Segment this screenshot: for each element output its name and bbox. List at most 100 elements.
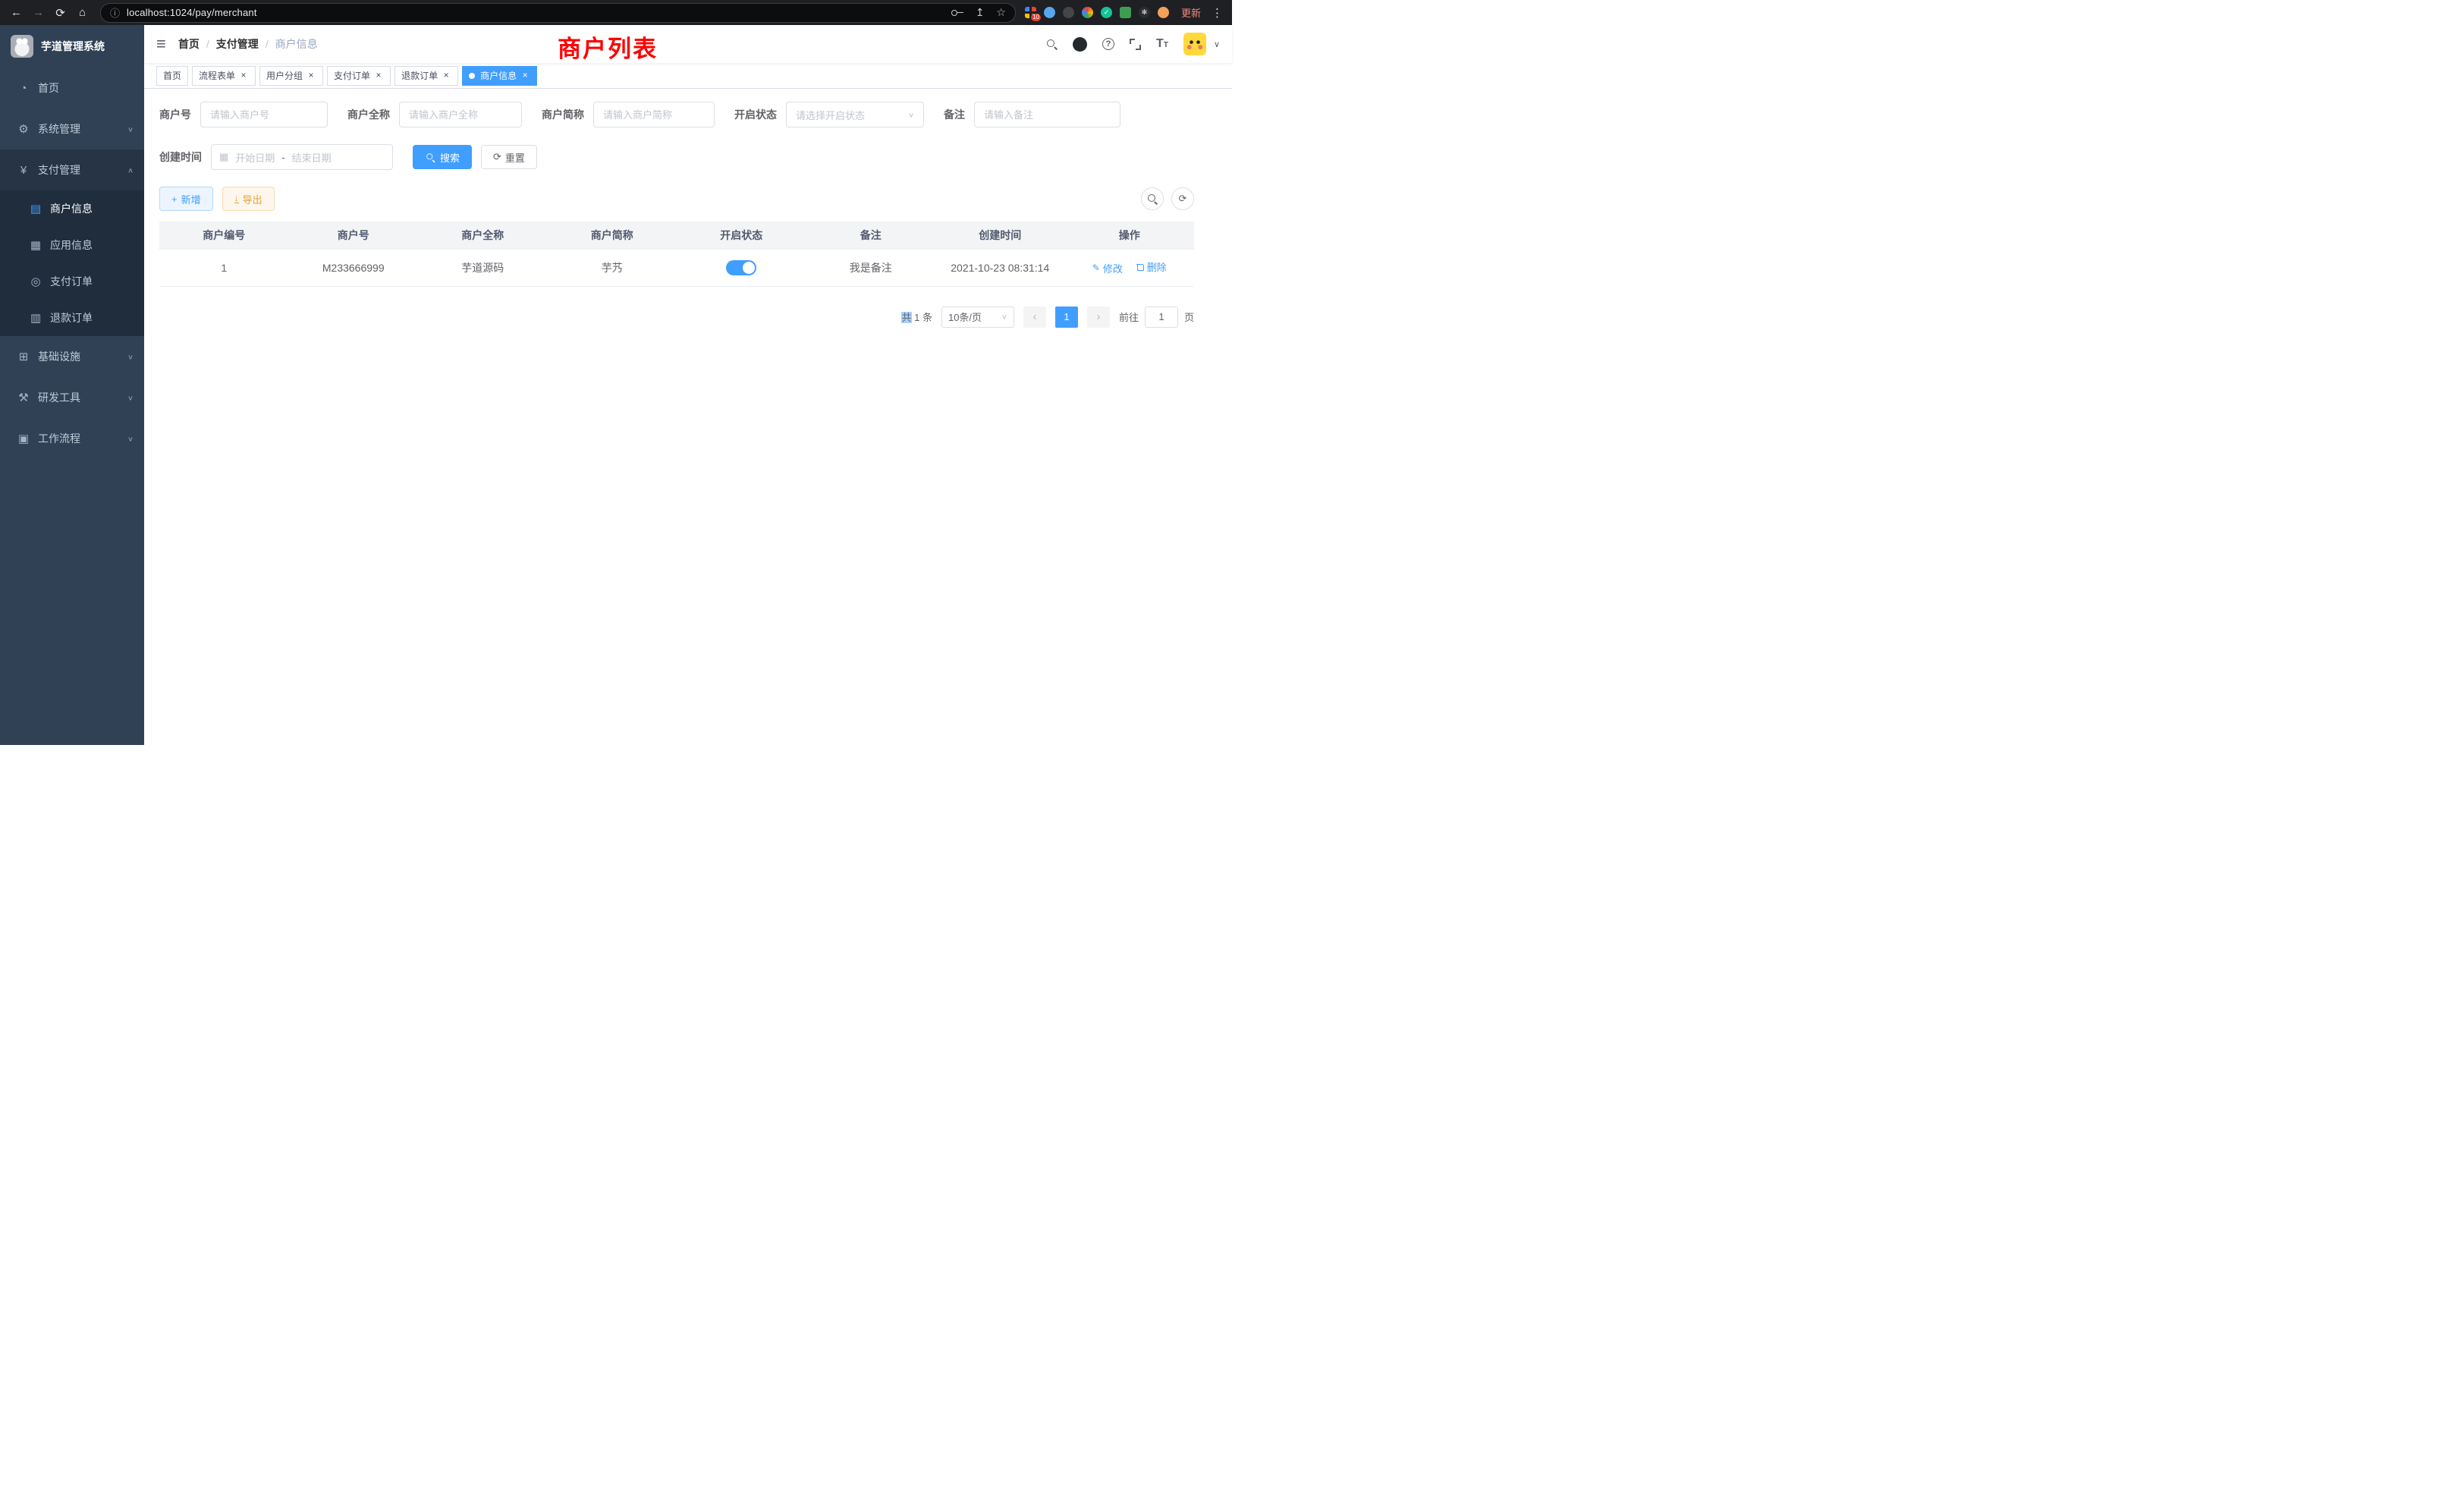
site-info-icon[interactable]: ⓘ — [110, 5, 120, 20]
add-button[interactable]: + 新增 — [159, 187, 213, 211]
sidebar-item-label: 首页 — [38, 80, 59, 96]
extension-pinwheel-icon[interactable]: ✻ — [1139, 7, 1150, 18]
font-size-icon[interactable]: TT — [1156, 37, 1168, 51]
navbar-actions: ? TT ∨ — [1046, 33, 1220, 55]
github-icon[interactable] — [1073, 37, 1087, 52]
browser-reload-button[interactable]: ⟳ — [50, 2, 71, 23]
browser-forward-button[interactable]: → — [28, 2, 49, 23]
search-button[interactable]: 搜索 — [413, 145, 472, 169]
delete-link[interactable]: 删除 — [1136, 259, 1167, 274]
table-header-row: 商户编号 商户号 商户全称 商户简称 开启状态 备注 创建时间 操作 — [159, 222, 1194, 249]
sidebar-item-label: 应用信息 — [50, 237, 93, 253]
url-text: localhost:1024/pay/merchant — [127, 7, 257, 18]
tab-label: 退款订单 — [401, 69, 438, 82]
address-bar[interactable]: ⓘ localhost:1024/pay/merchant ↥ ☆ — [100, 3, 1016, 23]
chevron-down-icon: ∨ — [127, 435, 134, 442]
status-toggle[interactable] — [726, 260, 756, 275]
page-1-button[interactable]: 1 — [1055, 306, 1078, 328]
tab-pay-order[interactable]: 支付订单 × — [327, 66, 391, 86]
tab-close-icon[interactable]: × — [306, 71, 316, 81]
extension-drop-icon[interactable] — [1044, 7, 1055, 18]
sidebar-item-merchant-info[interactable]: ▤ 商户信息 — [0, 190, 144, 227]
page-size-select[interactable]: 10条/页 ∨ — [941, 306, 1014, 328]
tab-home[interactable]: 首页 — [156, 66, 188, 86]
cell-create-time: 2021-10-23 08:31:14 — [935, 249, 1065, 286]
sidebar-item-payment[interactable]: ¥ 支付管理 ∧ — [0, 149, 144, 190]
date-start-placeholder: 开始日期 — [235, 150, 275, 165]
tab-close-icon[interactable]: × — [373, 71, 384, 81]
status-select[interactable]: 请选择开启状态 ∨ — [786, 102, 924, 127]
date-separator: - — [281, 152, 284, 163]
password-key-icon[interactable] — [951, 9, 963, 16]
sidebar-item-label: 退款订单 — [50, 310, 93, 325]
remark-input[interactable] — [974, 102, 1120, 127]
extension-note-icon[interactable] — [1120, 7, 1131, 18]
browser-menu-icon[interactable]: ⋮ — [1208, 6, 1226, 20]
reset-button-label: 重置 — [505, 150, 525, 165]
search-icon[interactable] — [1046, 39, 1058, 50]
goto-page-input[interactable] — [1145, 306, 1178, 328]
col-short-name: 商户简称 — [548, 222, 677, 249]
tags-view-bar: 首页 流程表单 × 用户分组 × 支付订单 × 退款订单 × — [144, 63, 1232, 89]
pagination-total: 共 1 条 — [901, 310, 932, 324]
tab-user-group[interactable]: 用户分组 × — [259, 66, 323, 86]
breadcrumb-home[interactable]: 首页 — [178, 36, 200, 52]
page-content: 商户号 商户全称 商户简称 开启状态 请选择开启状态 — [144, 89, 1232, 745]
toggle-search-button[interactable] — [1141, 187, 1164, 210]
sidebar-item-workflow[interactable]: ▣ 工作流程 ∨ — [0, 418, 144, 459]
extension-dark-icon[interactable] — [1063, 7, 1074, 18]
full-name-input[interactable] — [399, 102, 522, 127]
merchant-no-input[interactable] — [200, 102, 328, 127]
table-row: 1 M233666999 芋道源码 芋艿 我是备注 2021-10-23 08:… — [159, 249, 1194, 286]
export-button[interactable]: ↓ 导出 — [222, 187, 275, 211]
col-status: 开启状态 — [677, 222, 806, 249]
cell-merchant-no: M233666999 — [289, 249, 419, 286]
merchant-no-label: 商户号 — [159, 107, 191, 122]
help-icon[interactable]: ? — [1102, 38, 1114, 50]
breadcrumb: 首页 / 支付管理 / 商户信息 — [178, 36, 318, 52]
extension-check-icon[interactable]: ✓ — [1101, 7, 1112, 18]
user-avatar[interactable] — [1183, 33, 1206, 55]
chrome-update-button[interactable]: 更新 — [1175, 3, 1207, 22]
sidebar-item-label: 基础设施 — [38, 349, 80, 364]
browser-home-button[interactable]: ⌂ — [72, 2, 93, 23]
tab-process-form[interactable]: 流程表单 × — [192, 66, 256, 86]
cell-status — [677, 249, 806, 286]
extension-rainbow-icon[interactable] — [1082, 7, 1093, 18]
extension-orange-icon[interactable] — [1158, 7, 1169, 18]
short-name-input[interactable] — [593, 102, 715, 127]
reset-button[interactable]: ⟳ 重置 — [481, 145, 537, 169]
edit-link[interactable]: ✎ 修改 — [1092, 261, 1123, 275]
edit-icon: ✎ — [1092, 262, 1100, 273]
sidebar-item-app-info[interactable]: ▦ 应用信息 — [0, 227, 144, 263]
share-icon[interactable]: ↥ — [976, 6, 985, 19]
tab-close-icon[interactable]: × — [520, 71, 530, 81]
fullscreen-icon[interactable] — [1130, 39, 1141, 50]
prev-page-button[interactable]: ‹ — [1023, 306, 1046, 328]
sidebar-item-system[interactable]: ⚙ 系统管理 ∨ — [0, 108, 144, 149]
sidebar-item-pay-order[interactable]: ◎ 支付订单 — [0, 263, 144, 300]
sidebar-toggle-icon[interactable]: ≡ — [156, 36, 166, 52]
sidebar-logo[interactable]: 芋道管理系统 — [0, 25, 144, 68]
sidebar-item-refund-order[interactable]: ▥ 退款订单 — [0, 300, 144, 336]
sidebar-item-devtools[interactable]: ⚒ 研发工具 ∨ — [0, 377, 144, 418]
col-merchant-no: 商户号 — [289, 222, 419, 249]
cell-remark: 我是备注 — [806, 249, 936, 286]
chevron-up-icon: ∧ — [127, 166, 134, 174]
sidebar-item-home[interactable]: ◔ 首页 — [0, 68, 144, 108]
extension-grid-icon[interactable]: 10 — [1025, 7, 1036, 18]
breadcrumb-payment[interactable]: 支付管理 — [216, 36, 259, 52]
breadcrumb-current: 商户信息 — [275, 36, 318, 52]
browser-back-button[interactable]: ← — [6, 2, 27, 23]
next-page-button[interactable]: › — [1087, 306, 1110, 328]
tab-merchant-info[interactable]: 商户信息 × — [462, 66, 537, 86]
logo-avatar — [11, 35, 33, 58]
create-time-range-picker[interactable]: ▦ 开始日期 - 结束日期 — [211, 144, 393, 170]
tab-refund-order[interactable]: 退款订单 × — [394, 66, 458, 86]
tab-close-icon[interactable]: × — [441, 71, 451, 81]
avatar-caret-icon[interactable]: ∨ — [1214, 39, 1220, 49]
tab-close-icon[interactable]: × — [238, 71, 249, 81]
sidebar-item-infrastructure[interactable]: ⊞ 基础设施 ∨ — [0, 336, 144, 377]
refresh-table-button[interactable]: ⟳ — [1171, 187, 1194, 210]
bookmark-star-icon[interactable]: ☆ — [996, 6, 1006, 19]
